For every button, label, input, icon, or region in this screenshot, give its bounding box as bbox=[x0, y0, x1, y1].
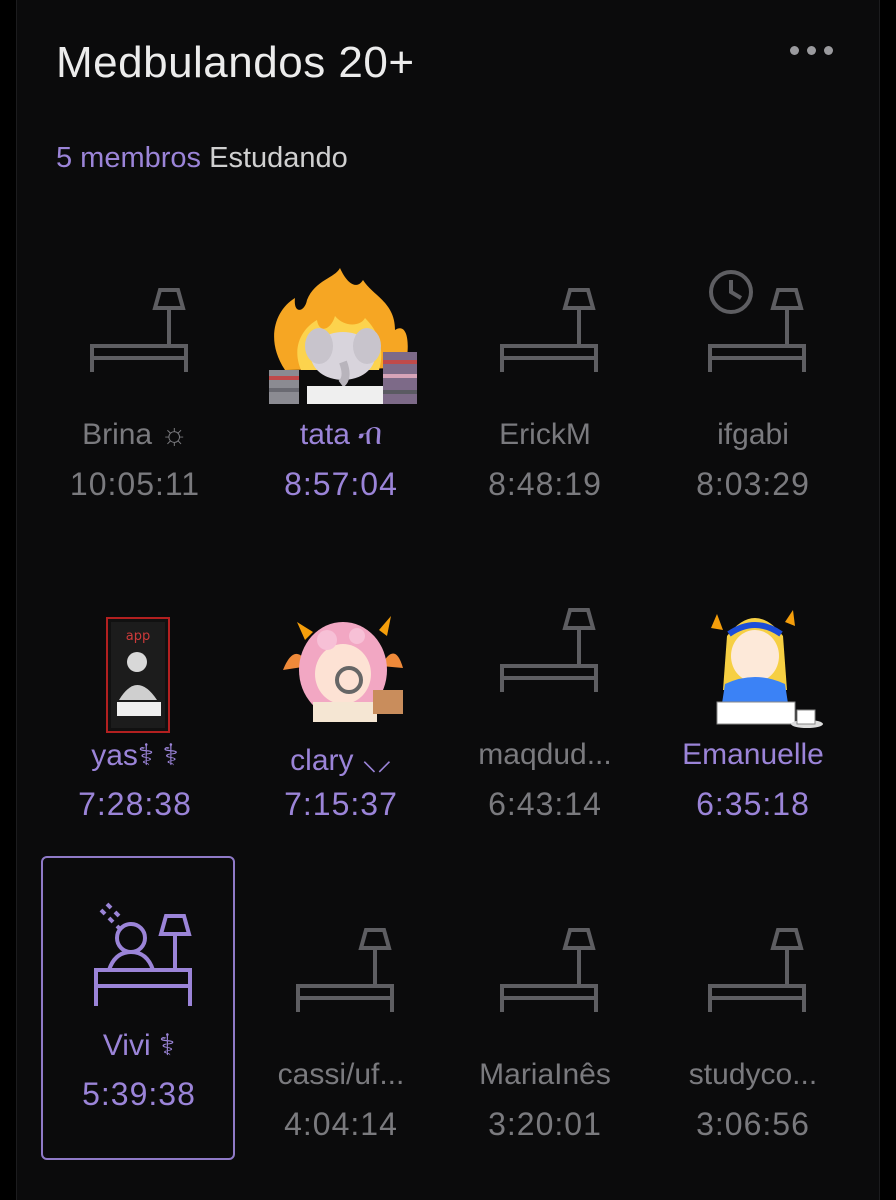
member-tile[interactable]: Brina ☼ 10:05:11 bbox=[39, 230, 231, 530]
member-tile[interactable]: tata ብ 8:57:04 bbox=[245, 230, 437, 530]
study-time: 8:03:29 bbox=[696, 466, 810, 502]
alice-reading-avatar bbox=[711, 610, 823, 728]
svg-text:app: app bbox=[126, 629, 150, 644]
member-name: maqdud... bbox=[478, 738, 612, 771]
member-tile[interactable]: studyco... 3:06:56 bbox=[657, 870, 849, 1170]
member-name: tata ብ bbox=[299, 418, 383, 451]
my-member-tile[interactable]: Vivi ⚕ 5:39:38 bbox=[41, 856, 235, 1160]
empty-desk-icon bbox=[90, 288, 188, 372]
study-time: 6:43:14 bbox=[488, 786, 602, 822]
member-count[interactable]: 5 membros bbox=[56, 142, 201, 174]
empty-desk-icon bbox=[500, 608, 598, 692]
member-name: studyco... bbox=[688, 1058, 818, 1091]
study-time: 10:05:11 bbox=[69, 466, 201, 502]
member-name: Vivi ⚕ bbox=[102, 1029, 176, 1062]
study-time: 8:48:19 bbox=[488, 466, 602, 502]
group-subtitle: 5 membros Estudando bbox=[56, 142, 348, 175]
study-time: 4:04:14 bbox=[284, 1106, 398, 1142]
status-label: Estudando bbox=[209, 142, 348, 174]
member-name: MariaInês bbox=[479, 1058, 611, 1091]
member-tile[interactable]: Emanuelle 6:35:18 bbox=[657, 550, 849, 850]
member-name: Brina ☼ bbox=[82, 418, 188, 451]
more-dots-icon[interactable] bbox=[788, 44, 835, 57]
study-time: 7:28:38 bbox=[78, 786, 192, 822]
member-tile[interactable]: cassi/uf... 4:04:14 bbox=[245, 870, 437, 1170]
empty-desk-icon bbox=[296, 928, 394, 1012]
empty-desk-icon bbox=[500, 288, 598, 372]
desk-clock-icon bbox=[708, 270, 806, 372]
study-time: 7:15:37 bbox=[284, 786, 398, 822]
study-time: 6:35:18 bbox=[696, 786, 810, 822]
dark-study-avatar: app bbox=[106, 617, 170, 733]
member-name: clary ⸜⸝ bbox=[290, 744, 392, 777]
study-time: 5:39:38 bbox=[82, 1076, 196, 1112]
studying-person-icon bbox=[94, 902, 192, 1006]
group-title: Medbulandos 20+ bbox=[56, 38, 415, 87]
empty-desk-icon bbox=[500, 928, 598, 1012]
member-name: yas⚕ ⚕ bbox=[91, 739, 179, 772]
pink-girl-avatar bbox=[283, 616, 403, 722]
member-tile[interactable]: MariaInês 3:20:01 bbox=[449, 870, 641, 1170]
member-tile[interactable]: clary ⸜⸝ 7:15:37 bbox=[245, 550, 437, 850]
member-name: ifgabi bbox=[717, 418, 789, 451]
member-name: ErickM bbox=[499, 418, 591, 451]
study-time: 8:57:04 bbox=[284, 466, 398, 502]
study-time: 3:06:56 bbox=[696, 1106, 810, 1142]
member-tile[interactable]: maqdud... 6:43:14 bbox=[449, 550, 641, 850]
member-tile[interactable]: ErickM 8:48:19 bbox=[449, 230, 641, 530]
elephant-fire-avatar bbox=[269, 268, 417, 404]
member-tile[interactable]: app yas⚕ ⚕ 7:28:38 bbox=[39, 550, 231, 850]
study-time: 3:20:01 bbox=[488, 1106, 602, 1142]
member-tile[interactable]: ifgabi 8:03:29 bbox=[657, 230, 849, 530]
member-name: cassi/uf... bbox=[277, 1058, 405, 1091]
member-name: Emanuelle bbox=[682, 738, 824, 771]
empty-desk-icon bbox=[708, 928, 806, 1012]
